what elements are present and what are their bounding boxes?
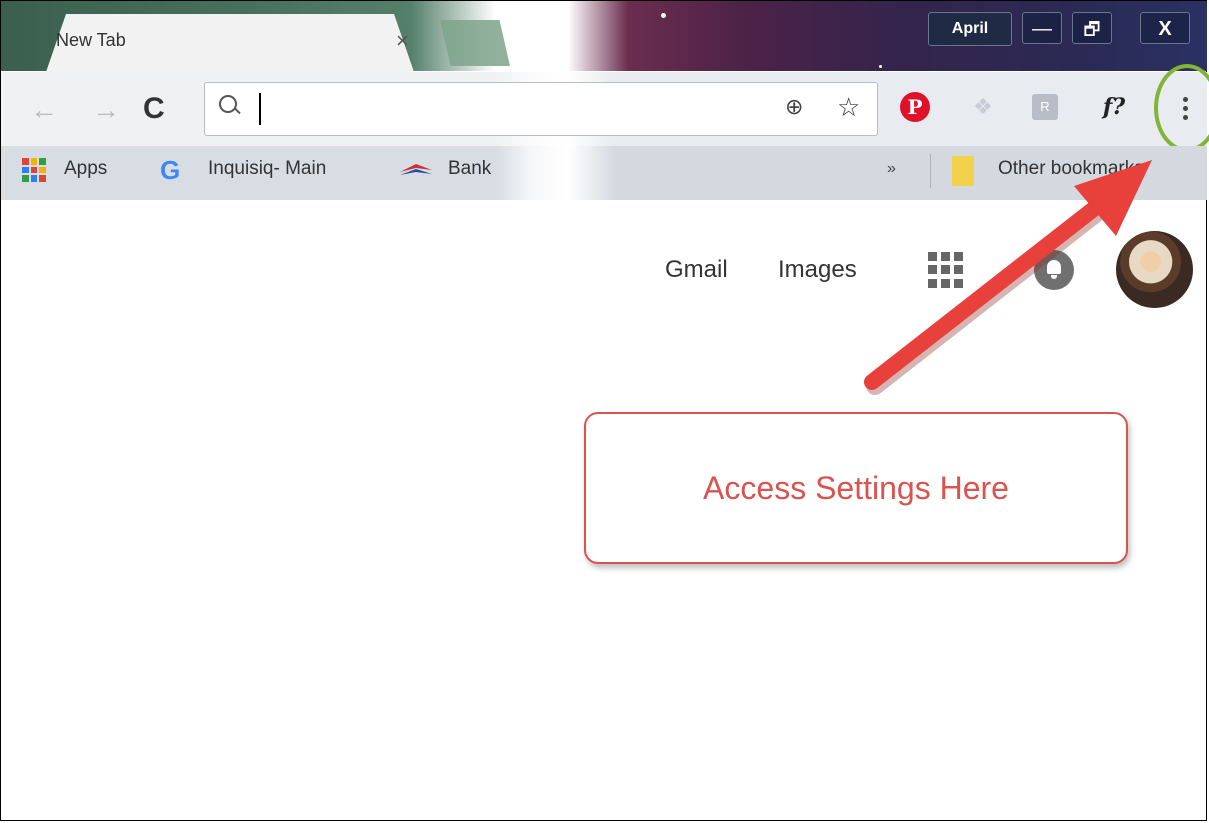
address-input[interactable] <box>265 93 769 127</box>
address-bar[interactable]: ⊕ ☆ <box>204 82 878 136</box>
pinterest-icon[interactable]: P <box>900 92 930 122</box>
forward-button[interactable]: → <box>92 94 120 126</box>
folder-icon <box>952 156 974 186</box>
callout-box: Access Settings Here <box>584 412 1128 564</box>
gmail-link[interactable]: Gmail <box>665 256 728 284</box>
bookmark-apps[interactable]: Apps <box>64 158 107 180</box>
google-apps-icon[interactable] <box>928 252 964 288</box>
search-icon <box>219 95 237 113</box>
minimize-button[interactable]: — <box>1022 12 1062 44</box>
bookmark-bank[interactable]: Bank <box>448 158 491 180</box>
bookmarks-overflow-button[interactable]: » <box>887 160 896 178</box>
google-icon: G <box>160 155 181 185</box>
close-window-button[interactable]: X <box>1140 12 1190 44</box>
text-caret <box>259 93 261 125</box>
bookmarks-separator <box>930 154 931 188</box>
bookmark-inquisiq[interactable]: Inquisiq- Main <box>208 158 326 180</box>
back-button[interactable]: ← <box>30 94 58 126</box>
images-link[interactable]: Images <box>778 256 857 284</box>
fq-extension-icon[interactable]: f? <box>1094 92 1134 122</box>
zoom-icon[interactable]: ⊕ <box>785 94 803 120</box>
bank-icon <box>400 164 432 175</box>
dropbox-icon[interactable]: ❖ <box>968 92 998 122</box>
callout-text: Access Settings Here <box>703 469 1009 506</box>
bookmark-other[interactable]: Other bookmarks <box>998 158 1144 180</box>
new-tab-button[interactable] <box>440 20 510 66</box>
tab-title: New Tab <box>56 30 126 50</box>
tab-close-icon[interactable]: × <box>396 28 409 54</box>
star-dot <box>661 13 666 18</box>
extension-r-icon[interactable]: R <box>1032 94 1058 120</box>
star-dot <box>879 65 882 68</box>
restore-button[interactable]: 🗗 <box>1072 12 1112 44</box>
bookmark-star-icon[interactable]: ☆ <box>837 92 860 123</box>
reload-button[interactable]: C <box>143 92 165 126</box>
profile-button[interactable]: April <box>928 12 1012 46</box>
apps-grid-icon <box>22 158 46 182</box>
account-avatar[interactable] <box>1116 231 1193 308</box>
notifications-bell-icon[interactable] <box>1034 250 1074 290</box>
